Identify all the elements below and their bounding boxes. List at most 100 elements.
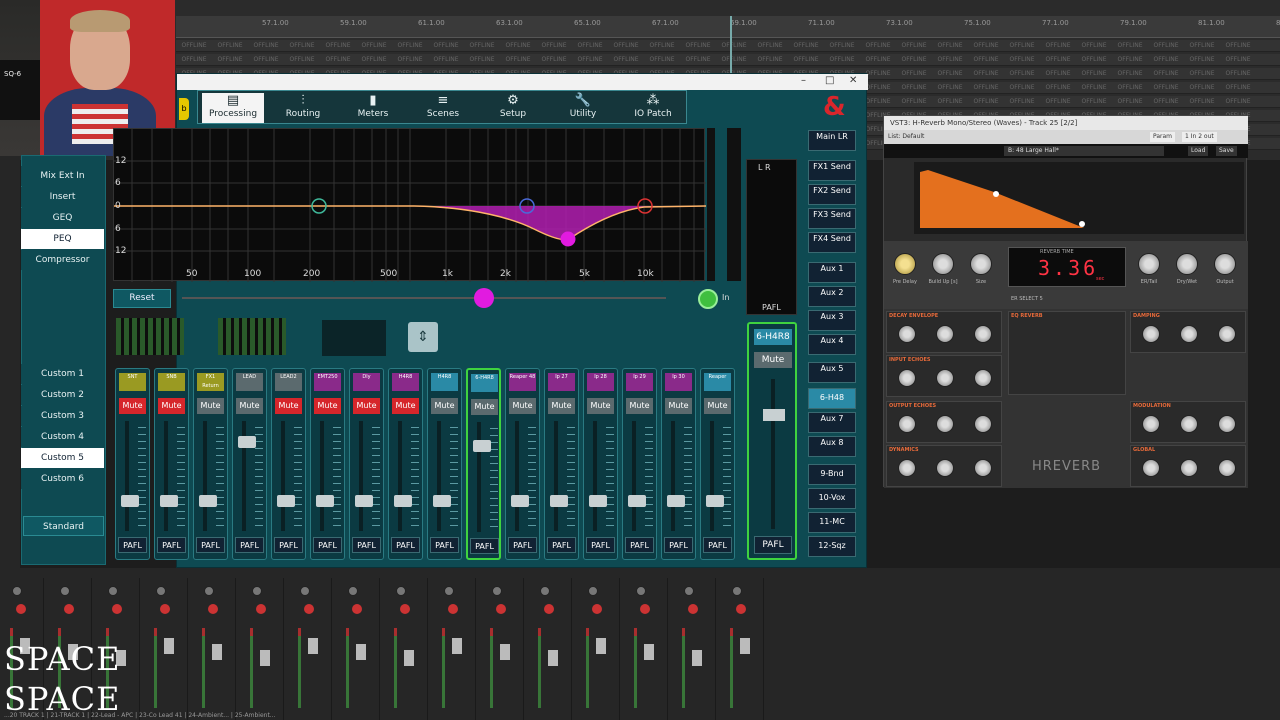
reverb-section-knob[interactable] <box>936 325 954 343</box>
channel-name-button[interactable]: EMT250 <box>314 373 341 391</box>
channel-strip[interactable]: LEAD2 Mute PAFL <box>271 368 306 560</box>
reverb-section-knob[interactable] <box>974 415 992 433</box>
volume-fader[interactable] <box>500 644 510 660</box>
peq-in-button[interactable] <box>698 289 718 309</box>
custom-layer-6[interactable]: Custom 6 <box>21 469 104 489</box>
volume-fader[interactable] <box>212 644 222 660</box>
standard-button[interactable]: Standard <box>23 516 104 536</box>
channel-strip[interactable]: Ip 29 Mute PAFL <box>622 368 657 560</box>
pafl-button[interactable]: PAFL <box>703 537 732 553</box>
pan-knob[interactable] <box>636 586 646 596</box>
mix-bus-fx4-send[interactable]: FX4 Send <box>808 232 856 253</box>
reverb-section-knob[interactable] <box>1180 415 1198 433</box>
volume-fader[interactable] <box>644 644 654 660</box>
volume-fader[interactable] <box>740 638 750 654</box>
channel-fader-cap[interactable] <box>511 495 529 507</box>
toolbar-scenes-button[interactable]: ≡ Scenes <box>412 93 474 123</box>
channel-name-button[interactable]: Ip 30 <box>665 373 692 391</box>
pafl-button[interactable]: PAFL <box>352 537 381 553</box>
preset-name-field[interactable]: B: 48 Large Hall* <box>1004 146 1164 156</box>
channel-fader-cap[interactable] <box>394 495 412 507</box>
channel-fader-track[interactable] <box>359 421 363 531</box>
channel-strip[interactable]: LEAD Mute PAFL <box>232 368 267 560</box>
toolbar-routing-button[interactable]: ⫶ Routing <box>272 93 334 123</box>
pan-knob[interactable] <box>540 586 550 596</box>
pafl-button[interactable]: PAFL <box>157 537 186 553</box>
reverb-knob[interactable] <box>1138 253 1160 275</box>
reverb-knob[interactable] <box>894 253 916 275</box>
channel-fader-track[interactable] <box>710 421 714 531</box>
record-arm-button[interactable] <box>688 604 698 614</box>
reverb-section-knob[interactable] <box>1180 459 1198 477</box>
pafl-button[interactable]: PAFL <box>586 537 615 553</box>
reverb-knob[interactable] <box>1176 253 1198 275</box>
channel-name-button[interactable]: Reaper 48 <box>509 373 536 391</box>
pan-knob[interactable] <box>732 586 742 596</box>
pan-knob[interactable] <box>12 586 22 596</box>
mute-button[interactable]: Mute <box>471 399 498 415</box>
daw-track-lane[interactable]: OFFLINE OFFLINE OFFLINE OFFLINE OFFLINE OFFLI… <box>176 54 1280 66</box>
record-arm-button[interactable] <box>352 604 362 614</box>
channel-fader-track[interactable] <box>593 421 597 531</box>
reset-button[interactable]: Reset <box>113 289 171 308</box>
pafl-button[interactable]: PAFL <box>274 537 303 553</box>
channel-fader-track[interactable] <box>554 421 558 531</box>
maximize-icon[interactable]: □ <box>825 75 834 86</box>
pafl-button[interactable]: PAFL <box>118 537 147 553</box>
pan-knob[interactable] <box>156 586 166 596</box>
record-arm-button[interactable] <box>736 604 746 614</box>
record-arm-button[interactable] <box>448 604 458 614</box>
pafl-button[interactable]: PAFL <box>430 537 459 553</box>
channel-name-button[interactable]: Reaper <box>704 373 731 391</box>
master-fader-cap[interactable] <box>763 409 785 421</box>
reverb-section-knob[interactable] <box>1142 415 1160 433</box>
envelope-handle-2[interactable] <box>1079 221 1085 227</box>
custom-layer-2[interactable]: Custom 2 <box>21 385 104 405</box>
mute-button[interactable]: Mute <box>626 398 653 414</box>
channel-name-button[interactable]: 6-H4R8 <box>471 374 498 392</box>
custom-layer-5[interactable]: Custom 5 <box>21 448 104 468</box>
pan-knob[interactable] <box>108 586 118 596</box>
channel-fader-track[interactable] <box>203 421 207 531</box>
menu-peq[interactable]: PEQ <box>21 229 104 249</box>
reverb-section-knob[interactable] <box>1142 325 1160 343</box>
reverb-section-knob[interactable] <box>898 325 916 343</box>
pan-knob[interactable] <box>60 586 70 596</box>
mute-button[interactable]: Mute <box>431 398 458 414</box>
channel-strip[interactable]: Ip 27 Mute PAFL <box>544 368 579 560</box>
master-pafl-button[interactable]: PAFL <box>754 536 792 554</box>
channel-fader-cap[interactable] <box>706 495 724 507</box>
pafl-button[interactable]: PAFL <box>625 537 654 553</box>
mix-bus-main-lr[interactable]: Main LR <box>808 130 856 151</box>
io-button[interactable]: 1 In 2 out <box>1182 132 1217 142</box>
channel-fader-track[interactable] <box>398 421 402 531</box>
volume-fader[interactable] <box>164 638 174 654</box>
channel-fader-cap[interactable] <box>667 495 685 507</box>
channel-strip[interactable]: FX1 Return Mute PAFL <box>193 368 228 560</box>
reverb-time-value[interactable]: 3.36 <box>1038 256 1098 280</box>
pafl-button[interactable]: PAFL <box>664 537 693 553</box>
channel-fader-track[interactable] <box>515 421 519 531</box>
menu-insert[interactable]: Insert <box>21 187 104 207</box>
volume-fader[interactable] <box>308 638 318 654</box>
master-mute-button[interactable]: Mute <box>754 352 792 368</box>
reverb-section-knob[interactable] <box>1218 459 1236 477</box>
record-arm-button[interactable] <box>160 604 170 614</box>
channel-name-button[interactable]: Dly <box>353 373 380 391</box>
pan-knob[interactable] <box>444 586 454 596</box>
minimize-icon[interactable]: – <box>801 75 806 86</box>
pan-knob[interactable] <box>204 586 214 596</box>
channel-strip[interactable]: 6-H4R8 Mute PAFL <box>466 368 501 560</box>
mute-button[interactable]: Mute <box>119 398 146 414</box>
record-arm-button[interactable] <box>304 604 314 614</box>
volume-fader[interactable] <box>596 638 606 654</box>
reverb-section-knob[interactable] <box>974 459 992 477</box>
channel-name-button[interactable]: H4R8 <box>392 373 419 391</box>
mix-bus-aux-5[interactable]: Aux 5 <box>808 362 856 383</box>
record-arm-button[interactable] <box>208 604 218 614</box>
pan-knob[interactable] <box>348 586 358 596</box>
channel-strip[interactable]: Dly Mute PAFL <box>349 368 384 560</box>
reverb-section-knob[interactable] <box>1218 415 1236 433</box>
close-icon[interactable]: ✕ <box>849 75 857 86</box>
mix-bus-fx2-send[interactable]: FX2 Send <box>808 184 856 205</box>
